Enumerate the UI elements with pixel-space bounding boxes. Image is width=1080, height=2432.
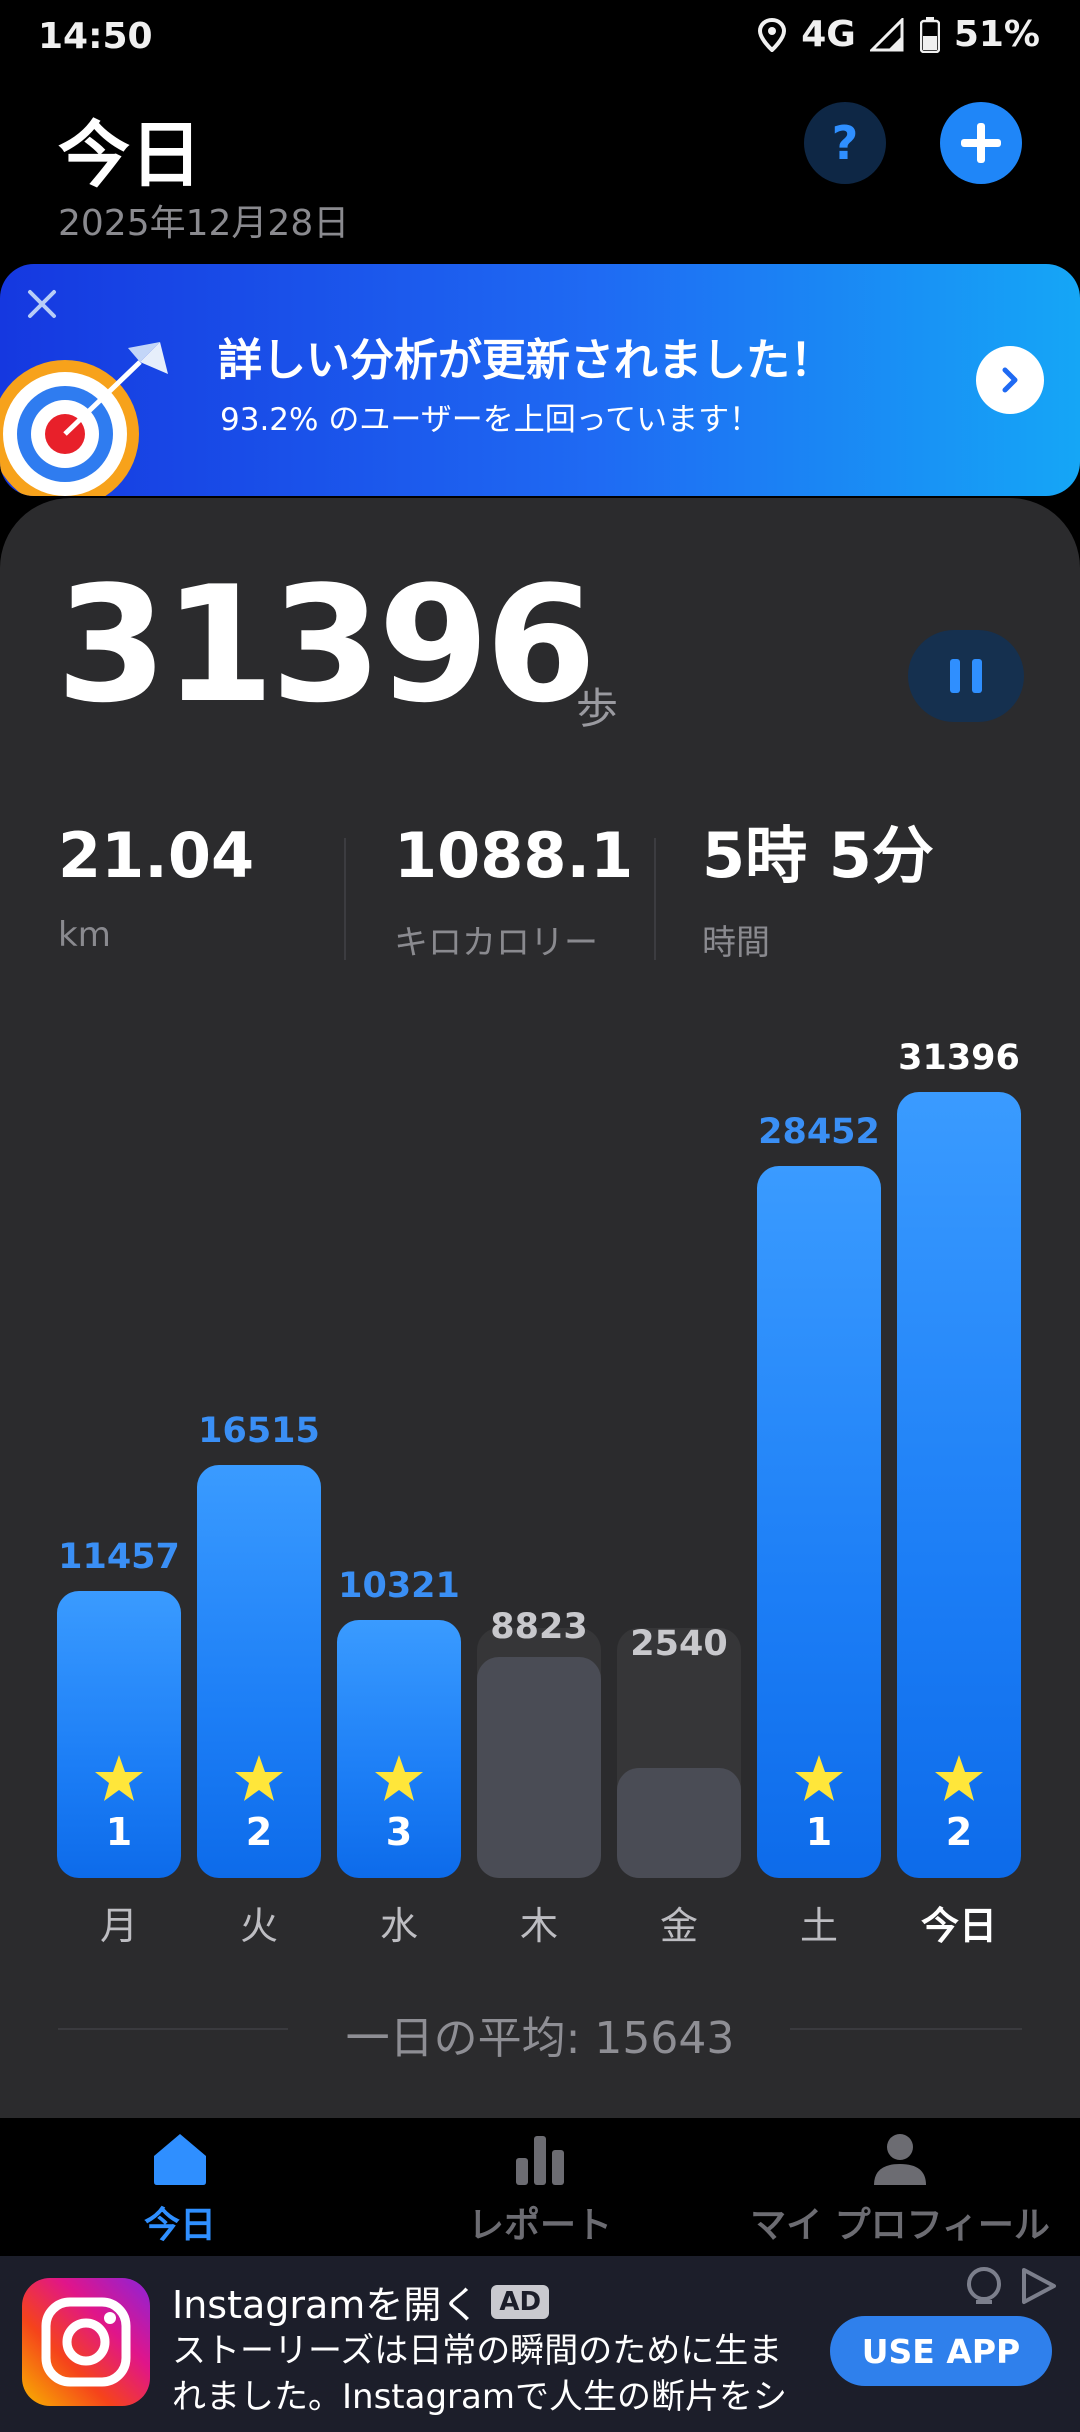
bar-value-label: 28452 <box>758 1111 880 1152</box>
target-dart-icon <box>0 342 168 496</box>
banner-open-button[interactable] <box>976 346 1044 414</box>
ad-info-icon[interactable] <box>962 2264 1006 2308</box>
stat-value: 5時 5分 <box>702 819 934 892</box>
step-count: 31396 <box>56 551 597 738</box>
page-date: 2025年12月28日 <box>58 203 350 244</box>
bar-value-label: 10321 <box>338 1565 460 1606</box>
bottom-nav: 今日 レポート マイ プロフィール <box>0 2118 1080 2256</box>
day-label: 木 <box>519 1904 558 1948</box>
star-icon <box>235 1755 283 1801</box>
location-icon <box>758 17 787 52</box>
bar-chart-icon <box>516 2136 564 2185</box>
use-app-button[interactable]: USE APP <box>830 2316 1052 2386</box>
stat-time: 5時 5分 時間 <box>702 825 934 964</box>
nav-report[interactable]: レポート <box>440 2118 640 2256</box>
bar-value-label: 31396 <box>898 1038 1020 1078</box>
status-icons: 4G 51% <box>757 14 1040 55</box>
star-count: 2 <box>945 1810 973 1854</box>
battery-level: 51% <box>953 14 1040 55</box>
home-icon <box>154 2134 206 2185</box>
chart-bar[interactable] <box>617 1768 741 1878</box>
banner-title: 詳しい分析が更新されました！ <box>218 335 834 386</box>
day-label: 土 <box>799 1904 838 1948</box>
star-icon <box>935 1755 983 1801</box>
step-unit: 歩 <box>576 684 619 733</box>
star-count: 3 <box>385 1810 413 1854</box>
signal-icon <box>869 17 904 51</box>
status-bar: 14:50 4G 51% <box>0 0 1080 72</box>
ad-title: Instagramを開く <box>172 2283 480 2327</box>
battery-icon <box>919 16 940 53</box>
stat-distance: 21.04 km <box>58 819 255 956</box>
day-label: 水 <box>379 1904 418 1948</box>
day-label: 火 <box>239 1904 278 1948</box>
person-icon <box>874 2134 926 2185</box>
stat-label: 時間 <box>702 923 770 963</box>
star-count: 1 <box>805 1810 833 1854</box>
nav-label: レポート <box>467 2205 612 2246</box>
instagram-logo-icon <box>22 2278 150 2406</box>
nav-today[interactable]: 今日 <box>90 2118 270 2256</box>
status-time: 14:50 <box>38 16 153 57</box>
day-label: 今日 <box>920 1904 997 1948</box>
help-button[interactable]: ? <box>804 102 886 184</box>
network-type: 4G <box>801 14 856 55</box>
daily-average: 一日の平均: 15643 <box>345 2013 735 2064</box>
pause-icon <box>950 659 960 693</box>
divider <box>344 838 346 960</box>
bar-value-label: 11457 <box>58 1537 180 1578</box>
chart-bar[interactable] <box>477 1657 601 1878</box>
stat-value: 1088.1 <box>394 819 634 892</box>
nav-profile[interactable]: マイ プロフィール <box>740 2118 1060 2256</box>
star-icon <box>795 1755 843 1801</box>
ad-badge: AD <box>491 2284 550 2319</box>
page-title: 今日 <box>58 113 203 197</box>
day-label: 金 <box>659 1904 698 1948</box>
divider <box>654 838 656 960</box>
day-label: 月 <box>99 1904 138 1948</box>
plus-icon <box>961 123 1001 163</box>
ad-controls <box>962 2264 1060 2308</box>
pause-button[interactable] <box>908 630 1024 722</box>
star-icon <box>95 1755 143 1801</box>
bar-value-label: 8823 <box>490 1607 588 1648</box>
stat-value: 21.04 <box>58 819 255 892</box>
star-count: 2 <box>245 1810 273 1854</box>
nav-label: 今日 <box>143 2205 216 2246</box>
analysis-banner[interactable]: 詳しい分析が更新されました！ 93.2% のユーザーを上回っています！ <box>0 264 1080 496</box>
bar-value-label: 2540 <box>630 1623 728 1664</box>
chevron-right-icon <box>1002 367 1018 393</box>
star-icon <box>375 1755 423 1801</box>
bar-value-label: 16515 <box>198 1410 320 1451</box>
stat-calories: 1088.1 キロカロリー <box>394 825 633 964</box>
add-button[interactable] <box>940 102 1022 184</box>
banner-subtitle: 93.2% のユーザーを上回っています！ <box>220 402 761 438</box>
nav-label: マイ プロフィール <box>750 2205 1050 2246</box>
ad-banner[interactable]: Instagramを開く AD ストーリーズは日常の瞬間のために生まれました。I… <box>0 2256 1080 2432</box>
stat-label: km <box>58 915 111 955</box>
stat-label: キロカロリー <box>394 923 598 963</box>
close-icon[interactable] <box>22 284 62 324</box>
ad-body: ストーリーズは日常の瞬間のために生まれました。Instagramで人生の断片をシ… <box>172 2331 787 2432</box>
ad-choices-icon[interactable] <box>1016 2264 1060 2308</box>
star-count: 1 <box>105 1810 133 1854</box>
question-mark-icon: ? <box>831 116 859 170</box>
pause-icon <box>972 659 982 693</box>
ad-title-row: Instagramを開く AD <box>172 2274 550 2329</box>
